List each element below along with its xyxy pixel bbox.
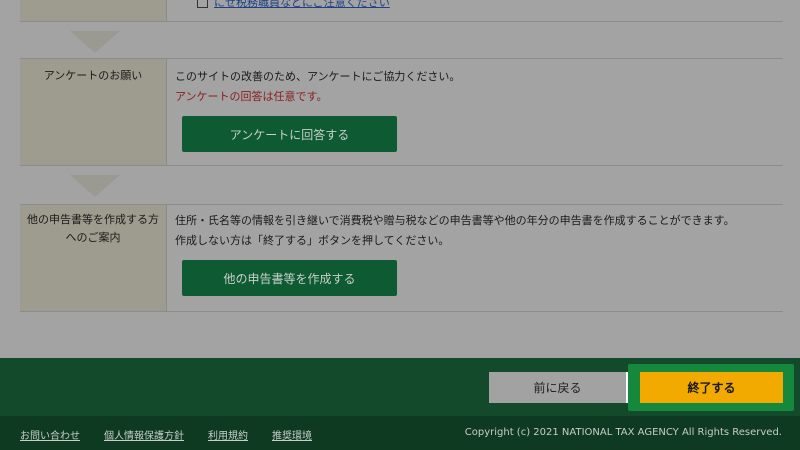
step-arrow-1 [70, 31, 120, 53]
row-label-empty [20, 0, 167, 21]
scam-warning-row: にせ税務職員などにご注意ください [20, 0, 783, 22]
main-content: にせ税務職員などにご注意ください アンケートのお願い このサイトの改善のため、ア… [0, 0, 800, 358]
footer-link-terms[interactable]: 利用規約 [208, 427, 248, 442]
footer-link-environment[interactable]: 推奨環境 [272, 427, 312, 442]
row-body: にせ税務職員などにご注意ください [175, 0, 775, 21]
other-forms-row-label: 他の申告書等を作成する方へのご案内 [20, 205, 167, 311]
footer-links: お問い合わせ 個人情報保護方針 利用規約 推奨環境 [20, 427, 312, 442]
step-arrow-2 [70, 175, 120, 197]
other-forms-instruction: 作成しない方は「終了する」ボタンを押してください。 [175, 234, 450, 247]
other-forms-row: 他の申告書等を作成する方へのご案内 住所・氏名等の情報を引き継いで消費税や贈与税… [20, 204, 783, 312]
scam-warning-link[interactable]: にせ税務職員などにご注意ください [214, 0, 390, 9]
survey-label: アンケートのお願い [43, 69, 143, 82]
copyright-text: Copyright (c) 2021 NATIONAL TAX AGENCY A… [464, 427, 782, 438]
survey-text: このサイトの改善のため、アンケートにご協力ください。 [175, 70, 461, 83]
survey-row-label: アンケートのお願い [20, 59, 167, 165]
footer-link-contact[interactable]: お問い合わせ [20, 427, 80, 442]
finish-button[interactable]: 終了する [640, 372, 783, 403]
footer-link-privacy[interactable]: 個人情報保護方針 [104, 427, 184, 442]
external-link-icon [197, 0, 208, 8]
survey-optional-note: アンケートの回答は任意です。 [175, 90, 328, 103]
answer-survey-button[interactable]: アンケートに回答する [182, 116, 397, 152]
footer: お問い合わせ 個人情報保護方針 利用規約 推奨環境 Copyright (c) … [0, 416, 800, 450]
back-button[interactable]: 前に戻る [489, 372, 630, 403]
other-forms-label: 他の申告書等を作成する方へのご案内 [27, 213, 159, 244]
survey-row: アンケートのお願い このサイトの改善のため、アンケートにご協力ください。 アンケ… [20, 58, 783, 166]
other-forms-text: 住所・氏名等の情報を引き継いで消費税や贈与税などの申告書等や他の年分の申告書を作… [175, 214, 735, 227]
create-other-forms-button[interactable]: 他の申告書等を作成する [182, 260, 397, 296]
